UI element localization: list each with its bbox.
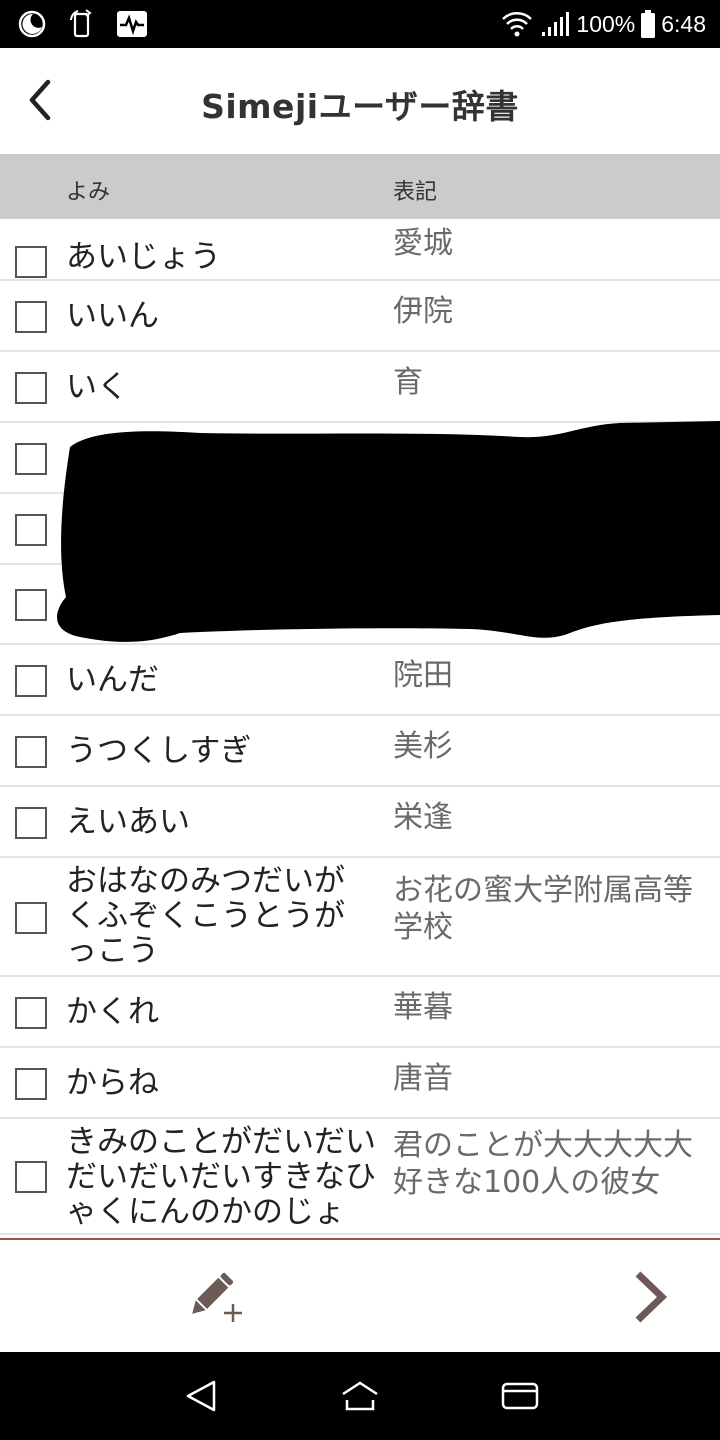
entry-yomi: からね [66,1065,159,1101]
column-hyoki-label: 表記 [393,180,438,205]
list-item[interactable]: かくれ 華暮 [0,977,720,1048]
activity-monitor-icon [117,11,147,37]
pencil-add-icon[interactable] [186,1268,248,1326]
entry-hyoki: 唐音 [393,1061,453,1096]
entry-hyoki: 伊院 [393,294,453,329]
status-bar-left [16,6,148,42]
nav-recents-icon[interactable] [500,1378,540,1414]
page-title: Simejiユーザー辞書 [201,87,519,126]
entry-checkbox[interactable] [15,443,47,475]
list-item[interactable]: いく 育 [0,352,720,423]
list-item[interactable] [0,565,720,645]
entry-yomi: えいあい [66,804,190,840]
entry-checkbox[interactable] [15,736,47,768]
entry-yomi: おはなのみつだいが くふぞくこうとうが っこう [66,863,345,969]
entry-checkbox[interactable] [15,514,47,546]
entry-hyoki: 栄逢 [393,800,453,835]
list-item[interactable]: いんだ 院田 [0,645,720,716]
entry-checkbox[interactable] [15,807,47,839]
entry-checkbox[interactable] [15,997,47,1029]
status-bar: 100% 6:48 [0,0,720,48]
list-item[interactable]: からね 唐音 [0,1048,720,1119]
entry-yomi: いんだ [66,662,159,698]
entry-yomi: あいじょう [66,239,221,275]
entry-checkbox[interactable] [15,665,47,697]
entry-hyoki: 華暮 [393,990,453,1025]
entry-checkbox[interactable] [15,1068,47,1100]
column-yomi-label: よみ [66,180,111,205]
list-item[interactable] [0,494,720,565]
entry-hyoki: 院田 [393,658,453,693]
app-header: Simejiユーザー辞書 [0,48,720,154]
entry-yomi: きみのことがだいだい だいだいだいすきなひ ゃくにんのかのじょ [66,1124,376,1230]
entry-hyoki: 育 [393,365,423,400]
entry-checkbox[interactable] [15,372,47,404]
entry-hyoki: 美杉 [393,729,453,764]
navigation-bar [0,1352,720,1440]
entry-hyoki: 君のことが大大大大大 好きな100人の彼女 [393,1128,693,1200]
entry-yomi: うつくしすぎ [66,733,252,769]
dictionary-list[interactable]: あいじょう 愛城いいん 伊院いく 育いんだ 院田うつくしすぎ 美杉えいあい 栄逢おはなのみつ… [0,219,720,1238]
entry-checkbox[interactable] [15,902,47,934]
chevron-right-icon[interactable] [630,1270,670,1324]
moon-icon [18,10,46,38]
entry-yomi: かくれ [66,994,159,1030]
list-item[interactable] [0,423,720,494]
column-header: よみ 表記 [0,154,720,219]
entry-yomi: いいん [66,298,159,334]
signal-icon [542,12,570,36]
entry-checkbox[interactable] [15,246,47,278]
list-item[interactable]: きみのことがだいだい だいだいだいすきなひ ゃくにんのかのじょ 君のことが大大大大… [0,1119,720,1235]
clock: 6:48 [661,10,706,37]
entry-hyoki: 愛城 [393,226,453,261]
entry-checkbox[interactable] [15,589,47,621]
entry-hyoki: お花の蜜大学附属高等 学校 [393,873,693,945]
bottom-toolbar [0,1238,720,1352]
list-item[interactable]: うつくしすぎ 美杉 [0,716,720,787]
status-bar-right: 100% 6:48 [500,0,706,48]
battery-percent: 100% [576,10,636,37]
list-item[interactable]: あいじょう 愛城 [0,219,720,281]
entry-yomi: いく [66,369,128,405]
nav-back-icon[interactable] [182,1378,222,1414]
list-item[interactable]: えいあい 栄逢 [0,787,720,858]
nav-home-icon[interactable] [340,1378,380,1414]
list-item[interactable]: おはなのみつだいが くふぞくこうとうが っこう お花の蜜大学附属高等 学校 [0,858,720,977]
entry-checkbox[interactable] [15,1161,47,1193]
entry-checkbox[interactable] [15,301,47,333]
rotate-phone-icon [70,9,92,38]
battery-icon [641,10,656,38]
wifi-icon [502,12,533,37]
list-item[interactable]: いいん 伊院 [0,281,720,352]
